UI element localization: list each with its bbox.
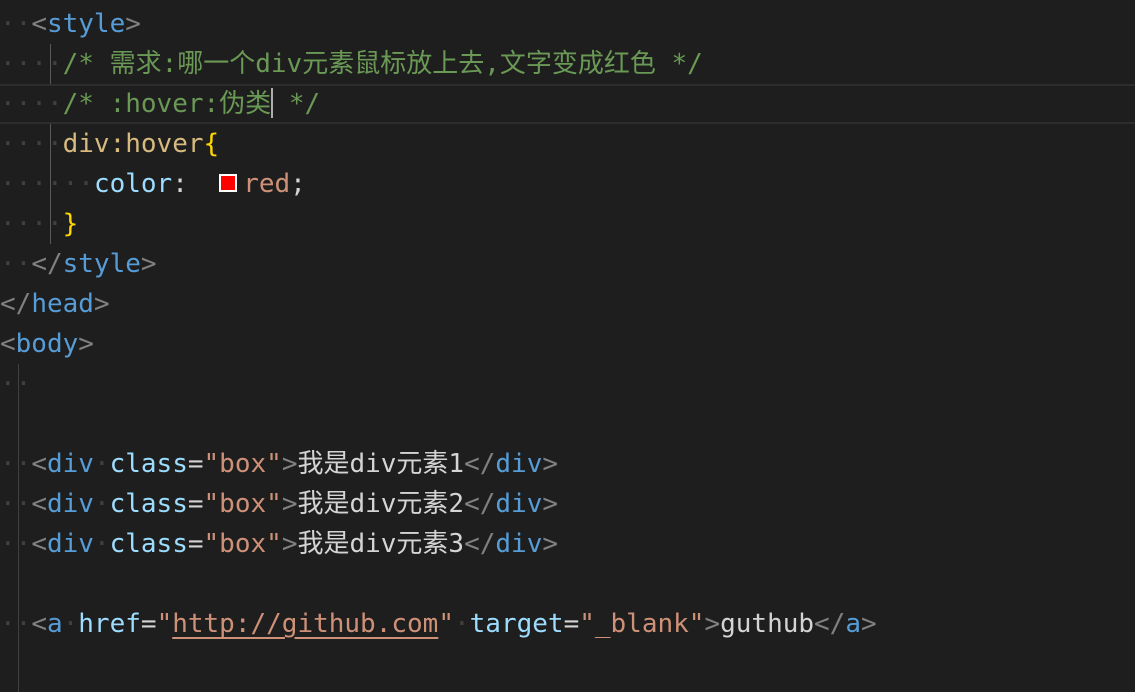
class-attr: class	[109, 529, 188, 559]
a-text: guthub	[720, 609, 815, 639]
div-text: 我是div元素2	[297, 489, 465, 519]
code-line: ··<div·class="box">我是div元素2</div>	[0, 489, 559, 519]
code-line: ··<style>	[0, 9, 141, 39]
code-line: ··</style>	[0, 249, 157, 279]
css-semicolon: ;	[290, 169, 306, 199]
div-tag: div	[46, 489, 94, 519]
code-line: </head>	[0, 289, 110, 319]
href-attr: href	[78, 609, 141, 639]
target-value: "_blank"	[579, 609, 705, 639]
div-close-tag: div	[495, 449, 543, 479]
div-text: 我是div元素1	[297, 449, 465, 479]
code-line: ······color: red;	[0, 169, 306, 199]
div-tag: div	[46, 529, 94, 559]
css-value: red	[243, 169, 291, 199]
code-line: ··<div·class="box">我是div元素1</div>	[0, 449, 559, 479]
href-quote: "	[156, 609, 173, 639]
target-attr: target	[469, 609, 564, 639]
code-line: ··<div·class="box">我是div元素3</div>	[0, 529, 559, 559]
code-line: ····div:hover{	[0, 129, 220, 159]
a-close-tag: a	[845, 609, 861, 639]
div-close-tag: div	[495, 529, 543, 559]
code-line: ····/* 需求:哪一个div元素鼠标放上去,文字变成红色 */	[0, 49, 703, 79]
code-line: ····}	[0, 209, 79, 239]
css-property: color	[93, 169, 173, 199]
css-comment: /* 需求:哪一个div元素鼠标放上去,文字变成红色 */	[62, 49, 703, 79]
current-code-line[interactable]: ····/* :hover:伪类 */	[0, 84, 1135, 124]
div-tag: div	[46, 449, 94, 479]
div-close-tag: div	[495, 489, 543, 519]
a-tag: a	[46, 609, 63, 639]
css-selector: div:hover	[62, 129, 204, 159]
class-value: "box"	[203, 449, 282, 479]
code-editor[interactable]: ··<style> ····/* 需求:哪一个div元素鼠标放上去,文字变成红色…	[0, 0, 1135, 692]
color-swatch-icon[interactable]	[219, 173, 238, 192]
body-open-tag: body	[15, 329, 79, 359]
style-close-tag: style	[62, 249, 141, 279]
code-line: <body>	[0, 329, 94, 359]
css-colon: :	[172, 169, 204, 199]
head-close-tag: head	[31, 289, 94, 319]
href-quote: "	[438, 609, 454, 639]
class-value: "box"	[203, 489, 282, 519]
code-line: ··<a·href="http://github.com"·target="_b…	[0, 609, 877, 639]
code-line: ··	[0, 369, 32, 399]
css-comment-end: */	[273, 89, 321, 119]
close-brace: }	[62, 209, 79, 239]
class-attr: class	[109, 449, 188, 479]
style-tag: style	[46, 9, 126, 39]
div-text: 我是div元素3	[297, 529, 465, 559]
href-link[interactable]: http://github.com	[172, 609, 438, 639]
class-attr: class	[109, 489, 188, 519]
css-comment: /* :hover:伪类	[62, 89, 272, 119]
open-brace: {	[203, 129, 220, 159]
class-value: "box"	[203, 529, 282, 559]
